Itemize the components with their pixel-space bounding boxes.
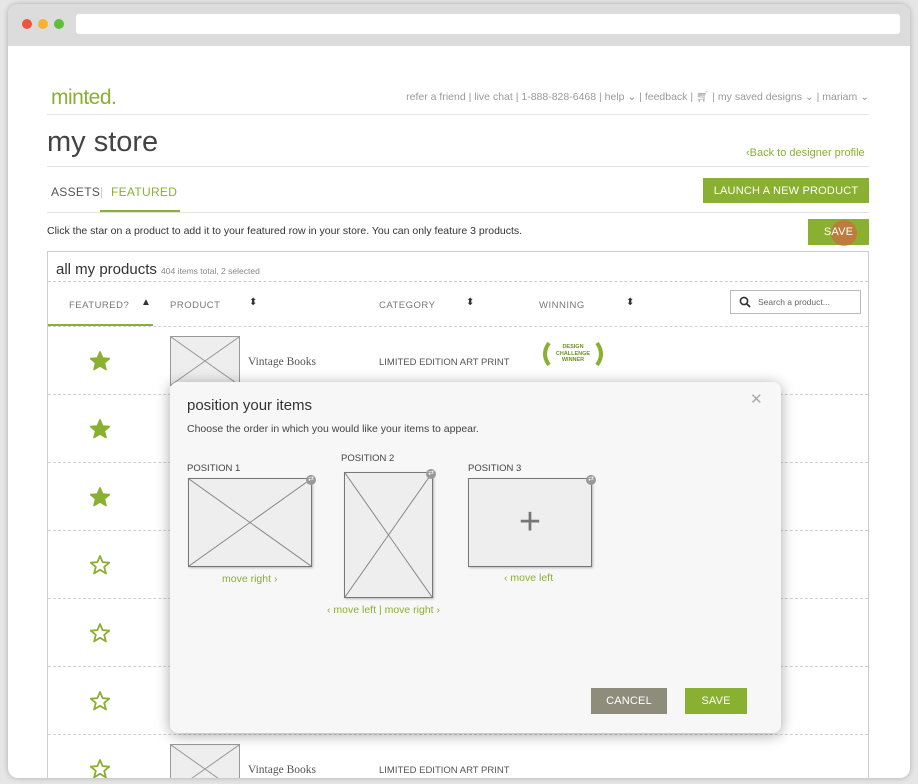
column-winning[interactable]: WINNING <box>539 300 585 311</box>
move-left-right-link[interactable]: ‹ move left | move right › <box>327 604 440 616</box>
top-nav: refer a friend | live chat | 1-888-828-6… <box>406 91 869 103</box>
badge-line: WINNER <box>561 357 585 363</box>
image-placeholder-icon <box>345 473 432 597</box>
position-1-slot[interactable] <box>188 478 312 567</box>
modal-title: position your items <box>187 397 313 414</box>
search-icon <box>739 296 751 308</box>
star-outline-icon[interactable] <box>90 623 110 643</box>
maximize-dot-icon[interactable] <box>54 19 64 29</box>
chevron-right-icon: › <box>273 573 278 585</box>
position-2-slot[interactable] <box>344 472 433 598</box>
swap-icon[interactable]: ⇄ <box>426 469 436 479</box>
chevron-down-icon: ⌄ <box>804 91 814 103</box>
page-title: my store <box>47 126 159 158</box>
star-filled-icon[interactable] <box>90 351 110 371</box>
table-title: all my products 404 items total, 2 selec… <box>56 261 260 278</box>
chevron-left-icon: ‹ <box>504 572 508 584</box>
minimize-dot-icon[interactable] <box>38 19 48 29</box>
star-outline-icon[interactable] <box>90 691 110 711</box>
sort-icon[interactable]: ⬍ <box>626 297 634 308</box>
move-left-label: move left <box>510 572 554 584</box>
tab-assets[interactable]: ASSETS <box>51 185 100 199</box>
product-category: LIMITED EDITION ART PRINT <box>379 765 510 776</box>
divider <box>48 281 868 282</box>
divider <box>47 212 869 213</box>
search-input[interactable]: Search a product... <box>730 290 861 314</box>
star-filled-icon[interactable] <box>90 419 110 439</box>
close-icon[interactable]: ✕ <box>750 390 763 408</box>
table-row: Vintage Books LIMITED EDITION ART PRINT <box>48 734 868 778</box>
divider <box>47 166 869 167</box>
search-placeholder: Search a product... <box>758 297 830 307</box>
back-link-label: Back to designer profile <box>749 147 865 159</box>
close-dot-icon[interactable] <box>22 19 32 29</box>
save-button[interactable]: SAVE <box>808 219 869 246</box>
cancel-button[interactable]: CANCEL <box>591 688 667 714</box>
star-filled-icon[interactable] <box>90 487 110 507</box>
product-name[interactable]: Vintage Books <box>248 764 316 776</box>
nav-refer-link[interactable]: refer a friend <box>406 91 466 103</box>
swap-icon[interactable]: ⇄ <box>586 475 596 485</box>
position-3-label: POSITION 3 <box>468 463 522 474</box>
product-category: LIMITED EDITION ART PRINT <box>379 357 510 368</box>
chevron-left-icon: ‹ <box>327 604 331 616</box>
sort-asc-icon[interactable]: ▲ <box>141 297 151 308</box>
tab-separator: | <box>100 185 104 199</box>
nav-user-menu[interactable]: mariam <box>822 91 857 103</box>
table-subtitle: 404 items total, 2 selected <box>161 266 260 276</box>
nav-phone: 1-888-828-6468 <box>521 91 597 103</box>
product-name[interactable]: Vintage Books <box>248 356 316 368</box>
sort-icon[interactable]: ⬍ <box>249 297 257 308</box>
position-2-label: POSITION 2 <box>341 453 395 464</box>
info-text: Click the star on a product to add it to… <box>47 225 523 237</box>
nav-chat-link[interactable]: live chat <box>474 91 513 103</box>
minted-logo[interactable]: minted. <box>51 86 117 110</box>
browser-chrome <box>8 4 910 46</box>
nav-help-link[interactable]: help <box>605 91 625 103</box>
save-label: SAVE <box>823 226 854 238</box>
position-3-slot[interactable]: + <box>468 478 592 567</box>
position-modal: position your items Choose the order in … <box>170 382 781 733</box>
address-bar[interactable] <box>76 14 900 34</box>
chevron-down-icon: ⌄ <box>627 91 637 103</box>
star-outline-icon[interactable] <box>90 555 110 575</box>
nav-saved-link[interactable]: my saved designs <box>718 91 802 103</box>
column-featured[interactable]: FEATURED? <box>69 300 129 311</box>
nav-feedback-link[interactable]: feedback <box>645 91 688 103</box>
modal-save-button[interactable]: SAVE <box>685 688 747 714</box>
winner-badge: DESIGN CHALLENGE WINNER <box>539 339 607 369</box>
back-link[interactable]: ‹Back to designer profile <box>746 147 865 159</box>
move-right-link[interactable]: move right › <box>222 573 277 585</box>
sort-icon[interactable]: ⬍ <box>466 297 474 308</box>
image-placeholder-icon <box>189 479 311 566</box>
position-1-label: POSITION 1 <box>187 463 241 474</box>
cart-icon[interactable]: 🛒︎ <box>696 91 709 103</box>
chevron-right-icon: › <box>436 604 441 616</box>
product-thumbnail[interactable] <box>170 336 240 386</box>
move-left-link[interactable]: ‹ move left <box>504 572 553 584</box>
table-title-text: all my products <box>56 261 157 278</box>
move-left-right-label: move left | move right <box>333 604 434 616</box>
divider <box>47 114 869 115</box>
tab-featured[interactable]: FEATURED <box>111 185 177 199</box>
launch-product-button[interactable]: LAUNCH A NEW PRODUCT <box>703 178 869 203</box>
add-icon[interactable]: + <box>519 501 541 544</box>
star-outline-icon[interactable] <box>90 759 110 778</box>
modal-subtitle: Choose the order in which you would like… <box>187 423 479 435</box>
chevron-down-icon: ⌄ <box>860 91 869 103</box>
column-category[interactable]: CATEGORY <box>379 300 435 311</box>
column-product[interactable]: PRODUCT <box>170 300 220 311</box>
move-right-label: move right <box>222 573 272 585</box>
swap-icon[interactable]: ⇄ <box>306 475 316 485</box>
product-thumbnail[interactable] <box>170 744 240 778</box>
